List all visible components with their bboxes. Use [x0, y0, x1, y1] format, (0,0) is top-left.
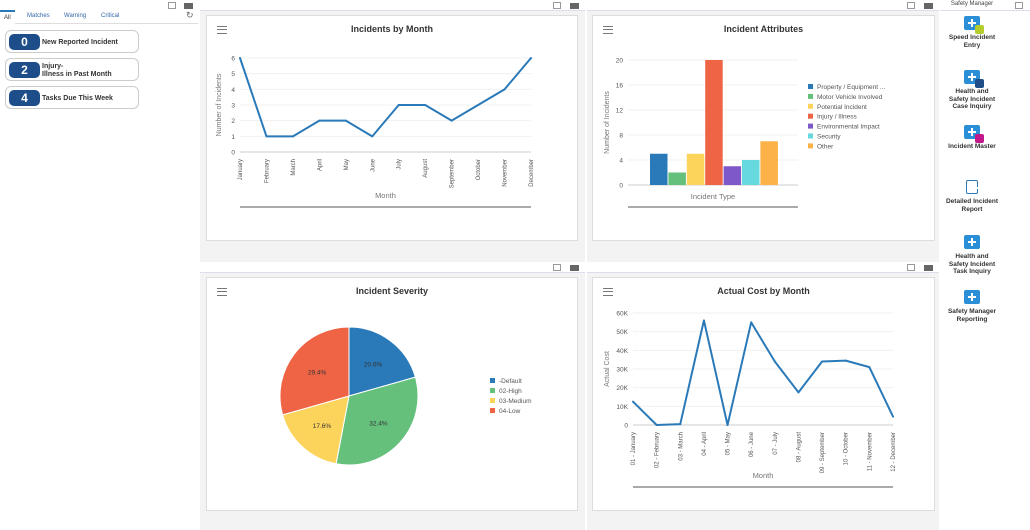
launch-item-label: Case Inquiry — [952, 103, 992, 110]
kpi-value: 0 — [9, 34, 40, 50]
briefcase-plus-icon — [964, 290, 980, 304]
launch-item-label: Speed Incident — [948, 34, 996, 41]
tab-all[interactable]: All — [0, 10, 15, 24]
kpi-tasks-due[interactable]: 4 Tasks Due This Week — [5, 86, 139, 109]
kpi-new-reported-incident[interactable]: 0 New Reported Incident — [5, 30, 139, 53]
pane-title: Safety Manager — [950, 1, 994, 7]
refresh-icon[interactable]: ↻ — [186, 10, 194, 21]
briefcase-plus-icon — [964, 70, 984, 88]
kpi-label-line2: Illness in Past Month — [42, 71, 112, 78]
badge-icon — [975, 134, 984, 143]
cell-incident-severity: Incident Severity — [200, 262, 585, 530]
launch-item-label: Safety Manager — [947, 308, 997, 315]
kpi-value: 2 — [9, 62, 40, 78]
kpi-label: New Reported Incident — [42, 39, 118, 46]
tab-critical[interactable]: Critical — [101, 13, 119, 19]
chart-title: Incident Severity — [355, 286, 429, 296]
badge-icon — [975, 79, 984, 88]
launch-item-label: Task Inquiry — [953, 268, 991, 275]
menu-icon[interactable] — [184, 3, 193, 9]
chart-card: Incidents by Month — [206, 15, 578, 241]
chart-card: Actual Cost by Month — [592, 277, 935, 511]
menu-icon[interactable] — [570, 3, 579, 9]
launch-item-label: Incident Master — [948, 143, 996, 150]
launch-item[interactable]: Safety Manager Reporting — [940, 290, 1004, 323]
menu-icon[interactable] — [924, 3, 933, 9]
maximize-icon[interactable] — [553, 264, 561, 271]
chart-card: Incident Attributes — [592, 15, 935, 241]
maximize-icon[interactable] — [907, 2, 915, 9]
kpi-label: Tasks Due This Week — [42, 95, 113, 102]
launch-item-label: Health and — [955, 253, 989, 260]
cell-actual-cost: Actual Cost by Month — [587, 262, 939, 530]
briefcase-plus-icon — [964, 125, 984, 143]
chart-card: Incident Severity — [206, 277, 578, 511]
launch-item-label: Health and — [955, 88, 989, 95]
maximize-icon[interactable] — [553, 2, 561, 9]
briefcase-plus-icon — [964, 16, 984, 34]
launch-item-label: Safety Incident — [948, 95, 996, 103]
launch-item-label: Reporting — [956, 315, 988, 323]
cell-incident-attributes: Incident Attributes — [587, 0, 939, 262]
briefcase-plus-icon — [964, 235, 980, 249]
maximize-icon[interactable] — [168, 2, 176, 9]
report-icon — [966, 180, 979, 194]
kpi-value: 4 — [9, 90, 40, 106]
menu-icon[interactable] — [570, 265, 579, 271]
launch-item-label: Detailed Incident — [945, 198, 998, 205]
launch-item[interactable]: Incident Master — [940, 125, 1004, 151]
maximize-icon[interactable] — [1015, 2, 1023, 9]
maximize-icon[interactable] — [907, 264, 915, 271]
menu-icon[interactable] — [924, 265, 933, 271]
kpi-label-line1: Injury- — [42, 63, 64, 70]
tab-matches[interactable]: Matches — [27, 13, 50, 19]
launch-item[interactable]: Health and Safety Incident Task Inquiry — [940, 235, 1004, 276]
tab-warning[interactable]: Warning — [64, 13, 86, 19]
launch-item-label: Safety Incident — [948, 260, 996, 268]
cell-incidents-by-month: Incidents by Month — [200, 0, 585, 262]
launch-item-label: Entry — [963, 41, 981, 49]
kpi-injury-illness[interactable]: 2 Injury- Illness in Past Month — [5, 58, 139, 81]
badge-icon — [975, 25, 984, 34]
launch-item[interactable]: Detailed Incident Report — [940, 180, 1004, 213]
launch-item-label: Report — [961, 205, 983, 213]
launch-item[interactable]: Speed Incident Entry — [940, 16, 1004, 49]
chart-title: Incident Attributes — [723, 24, 804, 34]
launch-item[interactable]: Health and Safety Incident Case Inquiry — [940, 70, 1004, 111]
filter-tabs: All Matches Warning Critical ↻ — [0, 10, 198, 24]
chart-title: Incidents by Month — [351, 24, 433, 34]
chart-title: Actual Cost by Month — [717, 286, 810, 296]
